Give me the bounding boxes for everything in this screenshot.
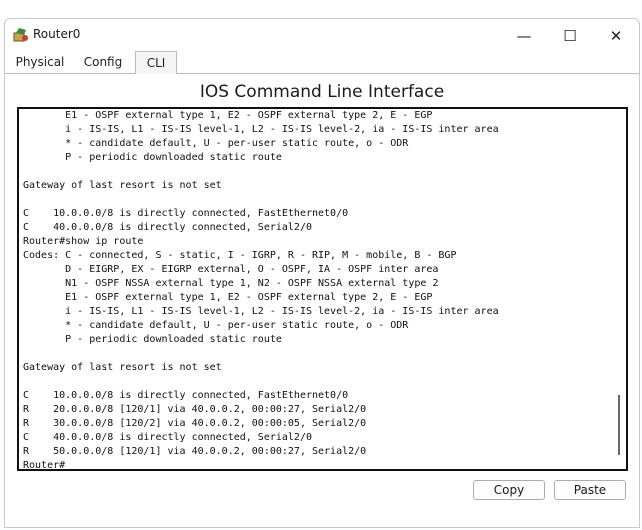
scroll-thumb[interactable] (618, 395, 620, 455)
cli-terminal[interactable]: E1 - OSPF external type 1, E2 - OSPF ext… (17, 107, 628, 471)
terminal-line: C 10.0.0.0/8 is directly connected, Fast… (23, 390, 349, 401)
copy-button[interactable]: Copy (473, 480, 545, 500)
minimize-button[interactable]: — (501, 23, 547, 49)
terminal-line: E1 - OSPF external type 1, E2 - OSPF ext… (23, 292, 433, 303)
terminal-line: Router# (23, 460, 66, 471)
terminal-line: i - IS-IS, L1 - IS-IS level-1, L2 - IS-I… (23, 124, 499, 135)
terminal-line: Gateway of last resort is not set (23, 362, 222, 373)
window-title: Router0 (33, 27, 81, 41)
terminal-line: P - periodic downloaded static route (23, 334, 282, 345)
maximize-button[interactable]: ☐ (547, 23, 593, 49)
tab-bar: Physical Config CLI (5, 51, 639, 74)
terminal-line: R 20.0.0.0/8 [120/1] via 40.0.0.2, 00:00… (23, 404, 367, 415)
terminal-line: C 10.0.0.0/8 is directly connected, Fast… (23, 208, 349, 219)
terminal-line: Router#show ip route (23, 236, 144, 247)
terminal-line: C 40.0.0.0/8 is directly connected, Seri… (23, 222, 312, 233)
tab-physical[interactable]: Physical (9, 51, 71, 73)
terminal-output[interactable]: E1 - OSPF external type 1, E2 - OSPF ext… (23, 109, 499, 473)
terminal-line: E1 - OSPF external type 1, E2 - OSPF ext… (23, 110, 433, 121)
terminal-line: i - IS-IS, L1 - IS-IS level-1, L2 - IS-I… (23, 306, 499, 317)
paste-button[interactable]: Paste (554, 480, 626, 500)
tab-cli[interactable]: CLI (135, 51, 177, 74)
router-window: Router0 — ☐ ✕ Physical Config CLI IOS Co… (4, 18, 640, 528)
close-button[interactable]: ✕ (593, 23, 639, 49)
terminal-line: N1 - OSPF NSSA external type 1, N2 - OSP… (23, 278, 439, 289)
terminal-line: R 50.0.0.0/8 [120/1] via 40.0.0.2, 00:00… (23, 446, 367, 457)
terminal-line: R 30.0.0.0/8 [120/2] via 40.0.0.2, 00:00… (23, 418, 367, 429)
terminal-line: Gateway of last resort is not set (23, 180, 222, 191)
cli-panel-title: IOS Command Line Interface (199, 82, 445, 102)
terminal-line: * - candidate default, U - per-user stat… (23, 320, 409, 331)
terminal-line: * - candidate default, U - per-user stat… (23, 138, 409, 149)
title-bar[interactable]: Router0 — ☐ ✕ (5, 19, 639, 51)
terminal-line: P - periodic downloaded static route (23, 152, 282, 163)
tab-config[interactable]: Config (75, 51, 131, 73)
terminal-line: D - EIGRP, EX - EIGRP external, O - OSPF… (23, 264, 439, 275)
terminal-line: Codes: C - connected, S - static, I - IG… (23, 250, 457, 261)
terminal-line: C 40.0.0.0/8 is directly connected, Seri… (23, 432, 312, 443)
terminal-scrollbar[interactable] (612, 109, 626, 469)
router-icon (13, 27, 29, 43)
